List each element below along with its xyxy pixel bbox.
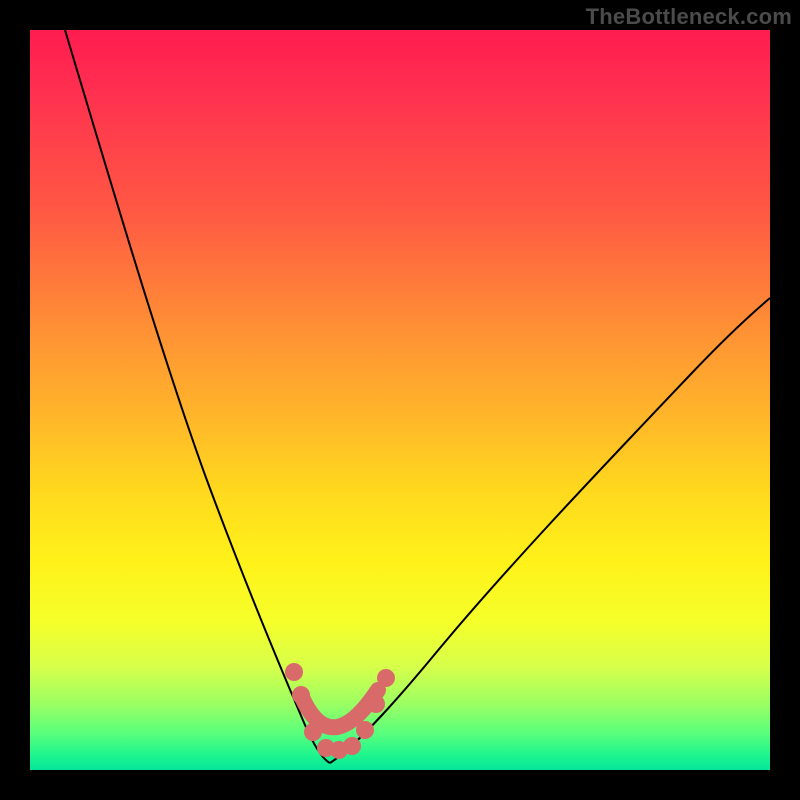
dot bbox=[356, 721, 374, 739]
chart-svg bbox=[30, 30, 770, 770]
left-curve bbox=[65, 30, 330, 763]
right-curve bbox=[330, 298, 770, 763]
plot-area bbox=[30, 30, 770, 770]
dot bbox=[292, 686, 310, 704]
chart-frame: TheBottleneck.com bbox=[0, 0, 800, 800]
dot bbox=[343, 737, 361, 755]
dot bbox=[377, 669, 395, 687]
dot bbox=[304, 723, 322, 741]
dot bbox=[367, 695, 385, 713]
dot bbox=[285, 663, 303, 681]
watermark-text: TheBottleneck.com bbox=[586, 4, 792, 30]
